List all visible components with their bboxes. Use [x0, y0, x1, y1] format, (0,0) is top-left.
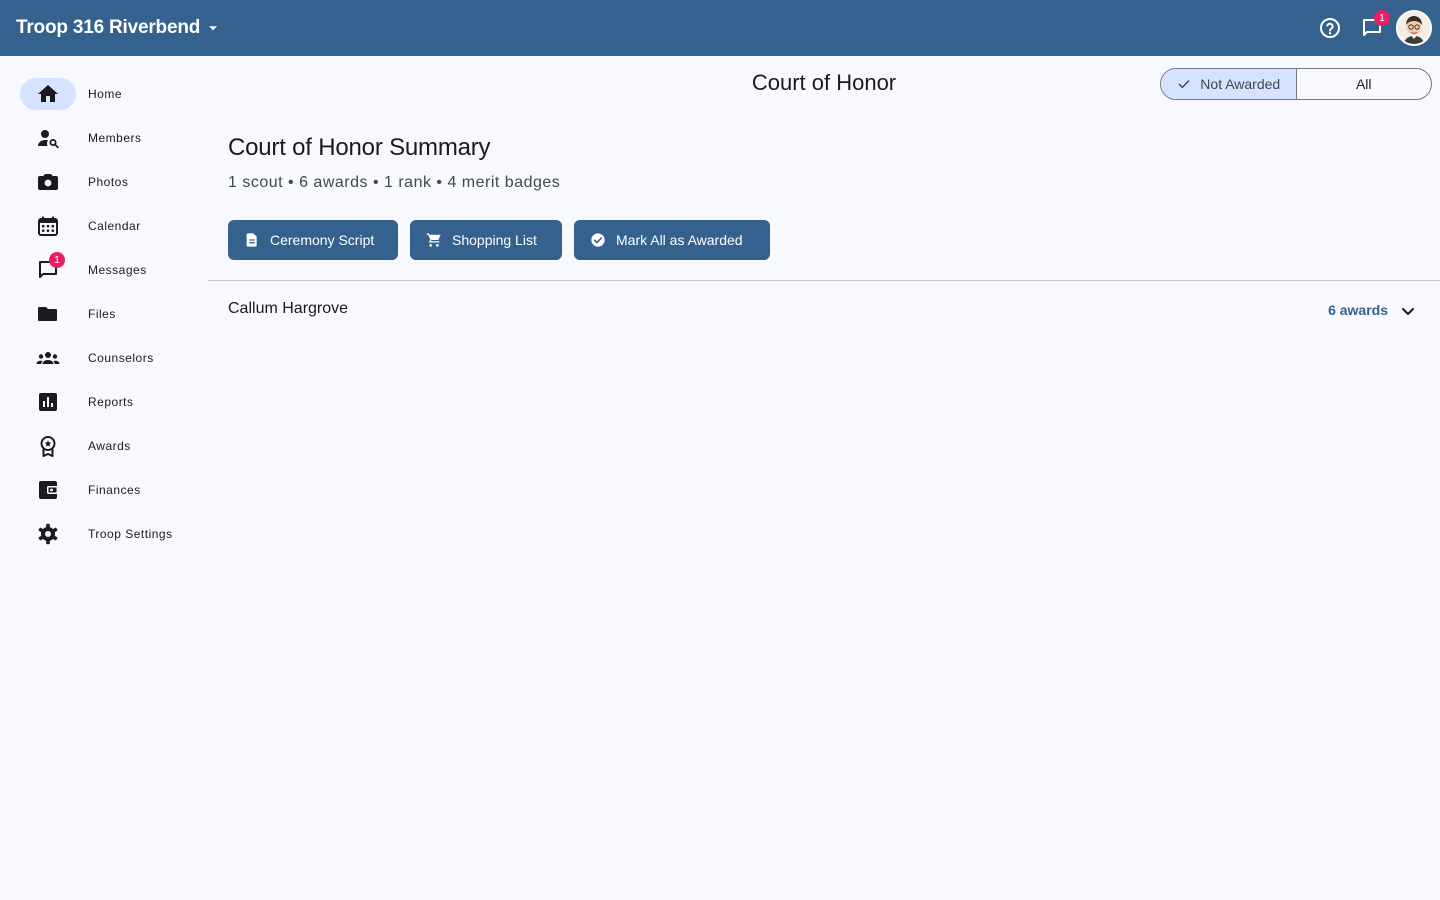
filter-not-awarded-button[interactable]: Not Awarded	[1161, 69, 1297, 99]
sidebar-item-calendar[interactable]: Calendar	[20, 210, 200, 242]
calendar-icon	[38, 216, 58, 236]
sidebar-item-members[interactable]: Members	[20, 122, 200, 154]
troop-name: Troop 316 Riverbend	[16, 17, 201, 38]
sidebar-nav: Home Members Photos Calendar 1 Messages …	[0, 56, 208, 900]
filter-option-label: All	[1355, 76, 1372, 92]
help-icon	[1320, 18, 1340, 38]
dropdown-arrow-icon	[209, 26, 218, 31]
filter-all-button[interactable]: All	[1297, 69, 1432, 99]
bar-chart-icon	[39, 393, 57, 411]
avatar[interactable]	[1396, 10, 1432, 46]
mark-all-awarded-button[interactable]: Mark All as Awarded	[574, 220, 770, 260]
messages-badge: 1	[1374, 10, 1390, 26]
home-icon	[38, 85, 58, 102]
sidebar-item-label: Files	[88, 307, 116, 321]
sidebar-item-counselors[interactable]: Counselors	[20, 342, 200, 374]
scout-row[interactable]: Callum Hargrove 6 awards	[208, 281, 1440, 337]
camera-icon	[38, 174, 58, 190]
top-actions: 1	[1312, 8, 1432, 48]
help-button[interactable]	[1312, 10, 1348, 46]
check-icon	[1178, 80, 1190, 89]
summary-subtitle: 1 scout • 6 awards • 1 rank • 4 merit ba…	[228, 174, 561, 191]
button-label: Ceremony Script	[270, 232, 375, 248]
sidebar-item-label: Counselors	[88, 351, 154, 365]
scout-awards-count: 6 awards	[1328, 302, 1388, 318]
shopping-list-button[interactable]: Shopping List	[410, 220, 562, 260]
ceremony-script-button[interactable]: Ceremony Script	[228, 220, 398, 260]
messages-badge: 1	[49, 252, 65, 268]
button-label: Shopping List	[452, 232, 537, 248]
sidebar-item-reports[interactable]: Reports	[20, 386, 200, 418]
sidebar-item-label: Troop Settings	[88, 527, 173, 541]
scout-name: Callum Hargrove	[228, 300, 349, 317]
sidebar-item-messages[interactable]: 1 Messages	[20, 252, 200, 286]
sidebar-item-label: Finances	[88, 483, 141, 497]
sidebar-item-label: Messages	[88, 263, 147, 277]
top-app-bar: Troop 316 Riverbend 1	[0, 0, 1440, 56]
sidebar-item-awards[interactable]: Awards	[20, 430, 200, 462]
user-avatar-icon	[1398, 12, 1430, 44]
sidebar-item-label: Photos	[88, 175, 129, 189]
sidebar-item-label: Reports	[88, 395, 134, 409]
sidebar-item-home[interactable]: Home	[20, 78, 200, 110]
button-label: Mark All as Awarded	[616, 232, 743, 248]
page-title: Court of Honor	[751, 70, 897, 95]
groups-icon	[36, 352, 60, 364]
filter-option-label: Not Awarded	[1200, 76, 1281, 92]
sidebar-item-troop-settings[interactable]: Troop Settings	[20, 518, 200, 550]
award-filter-toggle: Not Awarded All	[1160, 68, 1432, 100]
folder-icon	[38, 307, 57, 321]
sidebar-item-label: Home	[88, 87, 123, 101]
gear-icon	[38, 523, 58, 545]
award-icon	[40, 436, 56, 457]
person-search-icon	[38, 130, 59, 149]
sidebar-item-files[interactable]: Files	[20, 298, 200, 330]
sidebar-item-label: Members	[88, 131, 142, 145]
document-icon	[246, 233, 257, 247]
troop-switcher[interactable]: Troop 316 Riverbend	[16, 14, 220, 42]
sidebar-item-finances[interactable]: Finances	[20, 474, 200, 506]
sidebar-item-label: Awards	[88, 439, 131, 453]
messages-button[interactable]: 1	[1354, 10, 1390, 46]
sidebar-item-label: Calendar	[88, 219, 141, 233]
sidebar-item-photos[interactable]: Photos	[20, 166, 200, 198]
shopping-cart-icon	[426, 233, 441, 247]
summary-title: Court of Honor Summary	[228, 134, 491, 161]
check-circle-icon	[591, 233, 605, 247]
wallet-icon	[39, 481, 58, 499]
chevron-down-icon[interactable]	[1396, 299, 1420, 323]
